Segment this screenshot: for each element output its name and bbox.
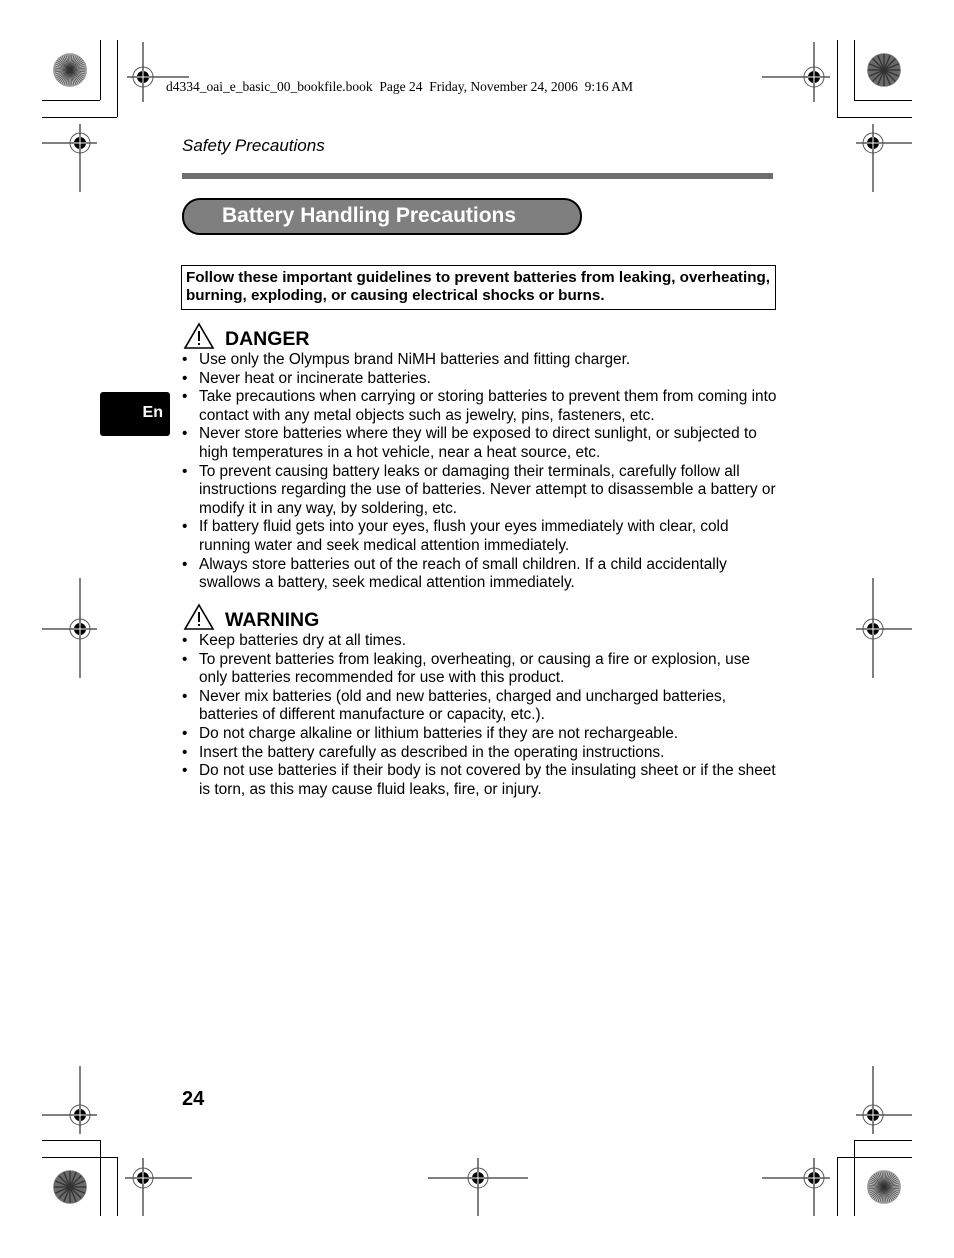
list-item: • To prevent causing battery leaks or dam…	[182, 463, 777, 519]
crop-mark	[837, 1157, 838, 1216]
crosshair-registration-icon	[42, 578, 97, 678]
list-item-text: To prevent batteries from leaking, overh…	[199, 650, 750, 687]
list-item-text: If battery fluid gets into your eyes, fl…	[199, 518, 729, 554]
crop-mark	[42, 100, 100, 101]
list-item: • Never heat or incinerate batteries.	[182, 370, 777, 389]
list-item-text: Never mix batteries (old and new batteri…	[199, 687, 727, 724]
bullet: •	[182, 369, 188, 387]
crop-mark	[100, 1140, 101, 1216]
section-title-banner: Battery Handling Precautions	[182, 198, 582, 235]
crop-mark	[117, 1157, 118, 1216]
crop-mark	[42, 117, 117, 118]
danger-heading: DANGER	[183, 322, 310, 350]
list-item-text: Insert the battery carefully as describe…	[199, 743, 665, 761]
warning-heading-label: WARNING	[225, 609, 320, 631]
header-rule	[182, 173, 773, 179]
list-item-text: Do not charge alkaline or lithium batter…	[199, 724, 679, 742]
crosshair-registration-icon	[762, 1158, 830, 1216]
crosshair-registration-icon	[428, 1158, 528, 1216]
crosshair-registration-icon	[42, 124, 97, 192]
language-tab-label: En	[142, 404, 163, 421]
list-item-text: Never store batteries where they will be…	[199, 425, 757, 461]
crop-mark	[837, 40, 838, 117]
crop-mark	[854, 1140, 855, 1216]
list-item-text: To prevent causing battery leaks or dama…	[199, 462, 776, 517]
bullet: •	[182, 687, 188, 705]
crop-mark	[42, 1140, 100, 1141]
bullet: •	[182, 762, 188, 780]
crop-mark	[837, 1157, 912, 1158]
bullet: •	[182, 555, 188, 573]
bullet: •	[182, 632, 188, 649]
intro-callout: Follow these important guidelines to pre…	[181, 265, 776, 310]
bullet: •	[182, 724, 188, 742]
crosshair-registration-icon	[856, 1066, 912, 1134]
list-item: • Keep batteries dry at all times.	[182, 632, 777, 651]
starburst-target-icon	[53, 53, 87, 87]
bullet: •	[182, 351, 188, 368]
list-item: • Use only the Olympus brand NiMH batteri…	[182, 351, 777, 370]
crosshair-registration-icon	[127, 42, 189, 102]
list-item: • Never store batteries where they will b…	[182, 425, 777, 462]
list-item: • To prevent batteries from leaking, over…	[182, 651, 777, 688]
bullet: •	[182, 743, 188, 761]
list-item-text: Always store batteries out of the reach …	[199, 555, 727, 592]
warning-triangle-icon	[183, 603, 215, 630]
starburst-target-icon	[53, 1170, 87, 1204]
list-item-text: Never heat or incinerate batteries.	[199, 369, 431, 387]
crosshair-registration-icon	[762, 42, 830, 102]
file-header-slug: d4334_oai_e_basic_00_bookfile.book Page …	[166, 79, 634, 94]
page-number: 24	[182, 1088, 205, 1110]
warning-triangle-icon	[183, 322, 215, 349]
crop-mark	[100, 40, 101, 100]
language-tab: En	[100, 392, 170, 436]
crop-mark	[854, 40, 855, 100]
warning-heading: WARNING	[183, 603, 319, 631]
crosshair-registration-icon	[42, 1066, 97, 1134]
list-item: • Insert the battery carefully as describ…	[182, 744, 777, 763]
list-item: • Always store batteries out of the reach…	[182, 556, 777, 593]
crop-mark	[854, 1140, 912, 1141]
starburst-target-icon	[867, 1170, 901, 1204]
list-item-text: Use only the Olympus brand NiMH batterie…	[199, 351, 631, 368]
warning-list: • Keep batteries dry at all times. • To pr…	[182, 632, 777, 799]
running-head: Safety Precautions	[182, 136, 325, 155]
list-item-text: Keep batteries dry at all times.	[199, 632, 407, 649]
bullet: •	[182, 650, 188, 668]
bullet: •	[182, 518, 188, 536]
list-item-text: Do not use batteries if their body is no…	[199, 762, 776, 798]
crop-mark	[42, 1157, 117, 1158]
bullet: •	[182, 425, 188, 443]
bullet: •	[182, 388, 188, 406]
list-item: • Never mix batteries (old and new batter…	[182, 688, 777, 725]
list-item: • Take precautions when carrying or stori…	[182, 388, 777, 425]
list-item: • Do not charge alkaline or lithium batte…	[182, 725, 777, 744]
danger-list: • Use only the Olympus brand NiMH batteri…	[182, 351, 777, 593]
page-title: Battery Handling Precautions	[222, 204, 517, 227]
crop-mark	[837, 117, 912, 118]
crosshair-registration-icon	[125, 1158, 192, 1216]
bullet: •	[182, 462, 188, 480]
crosshair-registration-icon	[856, 124, 912, 192]
list-item-text: Take precautions when carrying or storin…	[199, 388, 777, 424]
danger-heading-label: DANGER	[225, 328, 310, 350]
crosshair-registration-icon	[856, 578, 912, 678]
crop-mark	[854, 100, 912, 101]
list-item: • Do not use batteries if their body is n…	[182, 762, 777, 799]
starburst-target-icon	[867, 53, 901, 87]
crop-mark	[117, 40, 118, 117]
list-item: • If battery fluid gets into your eyes, f…	[182, 518, 777, 555]
